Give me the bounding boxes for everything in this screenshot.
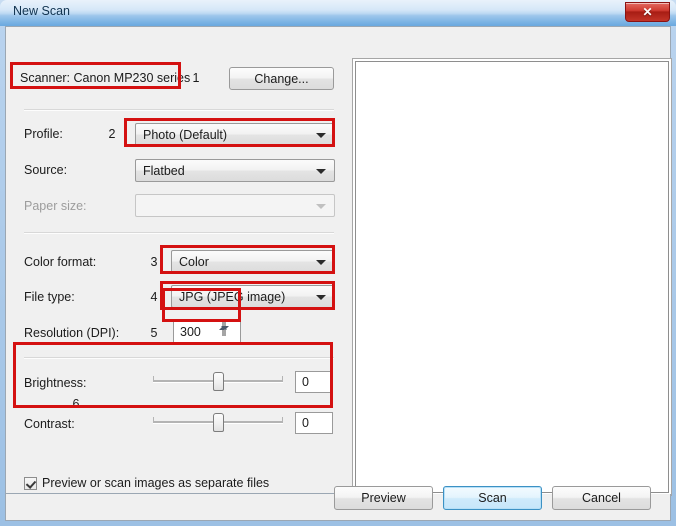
scan-preview-pane[interactable]: [352, 58, 672, 496]
chevron-down-icon: [316, 294, 326, 300]
source-value: Flatbed: [143, 163, 185, 178]
color-format-label: Color format:: [24, 255, 97, 269]
cancel-button[interactable]: Cancel: [552, 486, 651, 510]
separate-files-checkbox[interactable]: [24, 477, 37, 490]
brightness-value: 0: [302, 375, 309, 389]
marker-2: 2: [108, 127, 116, 141]
paper-size-combobox: [135, 194, 335, 217]
brightness-slider[interactable]: [153, 371, 283, 391]
color-format-combobox[interactable]: Color: [171, 250, 335, 273]
slider-tick-right: [282, 376, 283, 381]
stepper-down-icon[interactable]: [221, 320, 229, 336]
profile-combobox[interactable]: Photo (Default): [135, 123, 335, 146]
file-type-label: File type:: [24, 290, 75, 304]
close-icon[interactable]: ✕: [625, 2, 670, 22]
source-combobox[interactable]: Flatbed: [135, 159, 335, 182]
slider-tick-right: [282, 417, 283, 422]
contrast-slider[interactable]: [153, 412, 283, 432]
change-scanner-button[interactable]: Change...: [229, 67, 334, 90]
marker-5: 5: [150, 326, 158, 340]
contrast-value: 0: [302, 416, 309, 430]
profile-label: Profile:: [24, 127, 63, 141]
resolution-input[interactable]: 300: [173, 320, 241, 343]
marker-6: 6: [72, 397, 80, 411]
scan-button[interactable]: Scan: [443, 486, 542, 510]
resolution-value: 300: [180, 324, 201, 339]
slider-tick-left: [153, 376, 154, 381]
new-scan-dialog-window: New Scan ✕ Scanner: Canon MP230 series 1…: [0, 0, 676, 526]
scan-preview-canvas: [355, 61, 669, 493]
divider-1: [24, 109, 334, 111]
chevron-down-icon: [316, 168, 326, 174]
slider-tick-left: [153, 417, 154, 422]
marker-3: 3: [150, 255, 158, 269]
window-title: New Scan: [13, 4, 70, 18]
scanner-label: Scanner: Canon MP230 series: [20, 71, 191, 85]
chevron-down-icon: [316, 132, 326, 138]
paper-size-label: Paper size:: [24, 199, 87, 213]
marker-1: 1: [192, 71, 200, 85]
chevron-down-icon: [316, 203, 326, 209]
separate-files-label: Preview or scan images as separate files: [42, 476, 270, 490]
contrast-value-input[interactable]: 0: [295, 412, 333, 434]
brightness-slider-thumb[interactable]: [213, 372, 224, 391]
color-format-value: Color: [179, 254, 209, 269]
brightness-value-input[interactable]: 0: [295, 371, 333, 393]
brightness-label: Brightness:: [24, 376, 87, 390]
resolution-stepper[interactable]: [219, 320, 239, 342]
marker-4: 4: [150, 290, 158, 304]
contrast-label: Contrast:: [24, 417, 75, 431]
file-type-value: JPG (JPEG image): [179, 289, 286, 304]
chevron-down-icon: [316, 259, 326, 265]
source-label: Source:: [24, 163, 68, 177]
resolution-label: Resolution (DPI):: [24, 326, 120, 340]
profile-value: Photo (Default): [143, 127, 228, 142]
contrast-slider-thumb[interactable]: [213, 413, 224, 432]
divider-2: [24, 232, 334, 234]
file-type-combobox[interactable]: JPG (JPEG image): [171, 285, 335, 308]
preview-button[interactable]: Preview: [334, 486, 433, 510]
dialog-client-area: Scanner: Canon MP230 series 1 Change... …: [5, 26, 672, 496]
divider-3: [24, 357, 334, 359]
title-bar: New Scan ✕: [0, 0, 676, 26]
